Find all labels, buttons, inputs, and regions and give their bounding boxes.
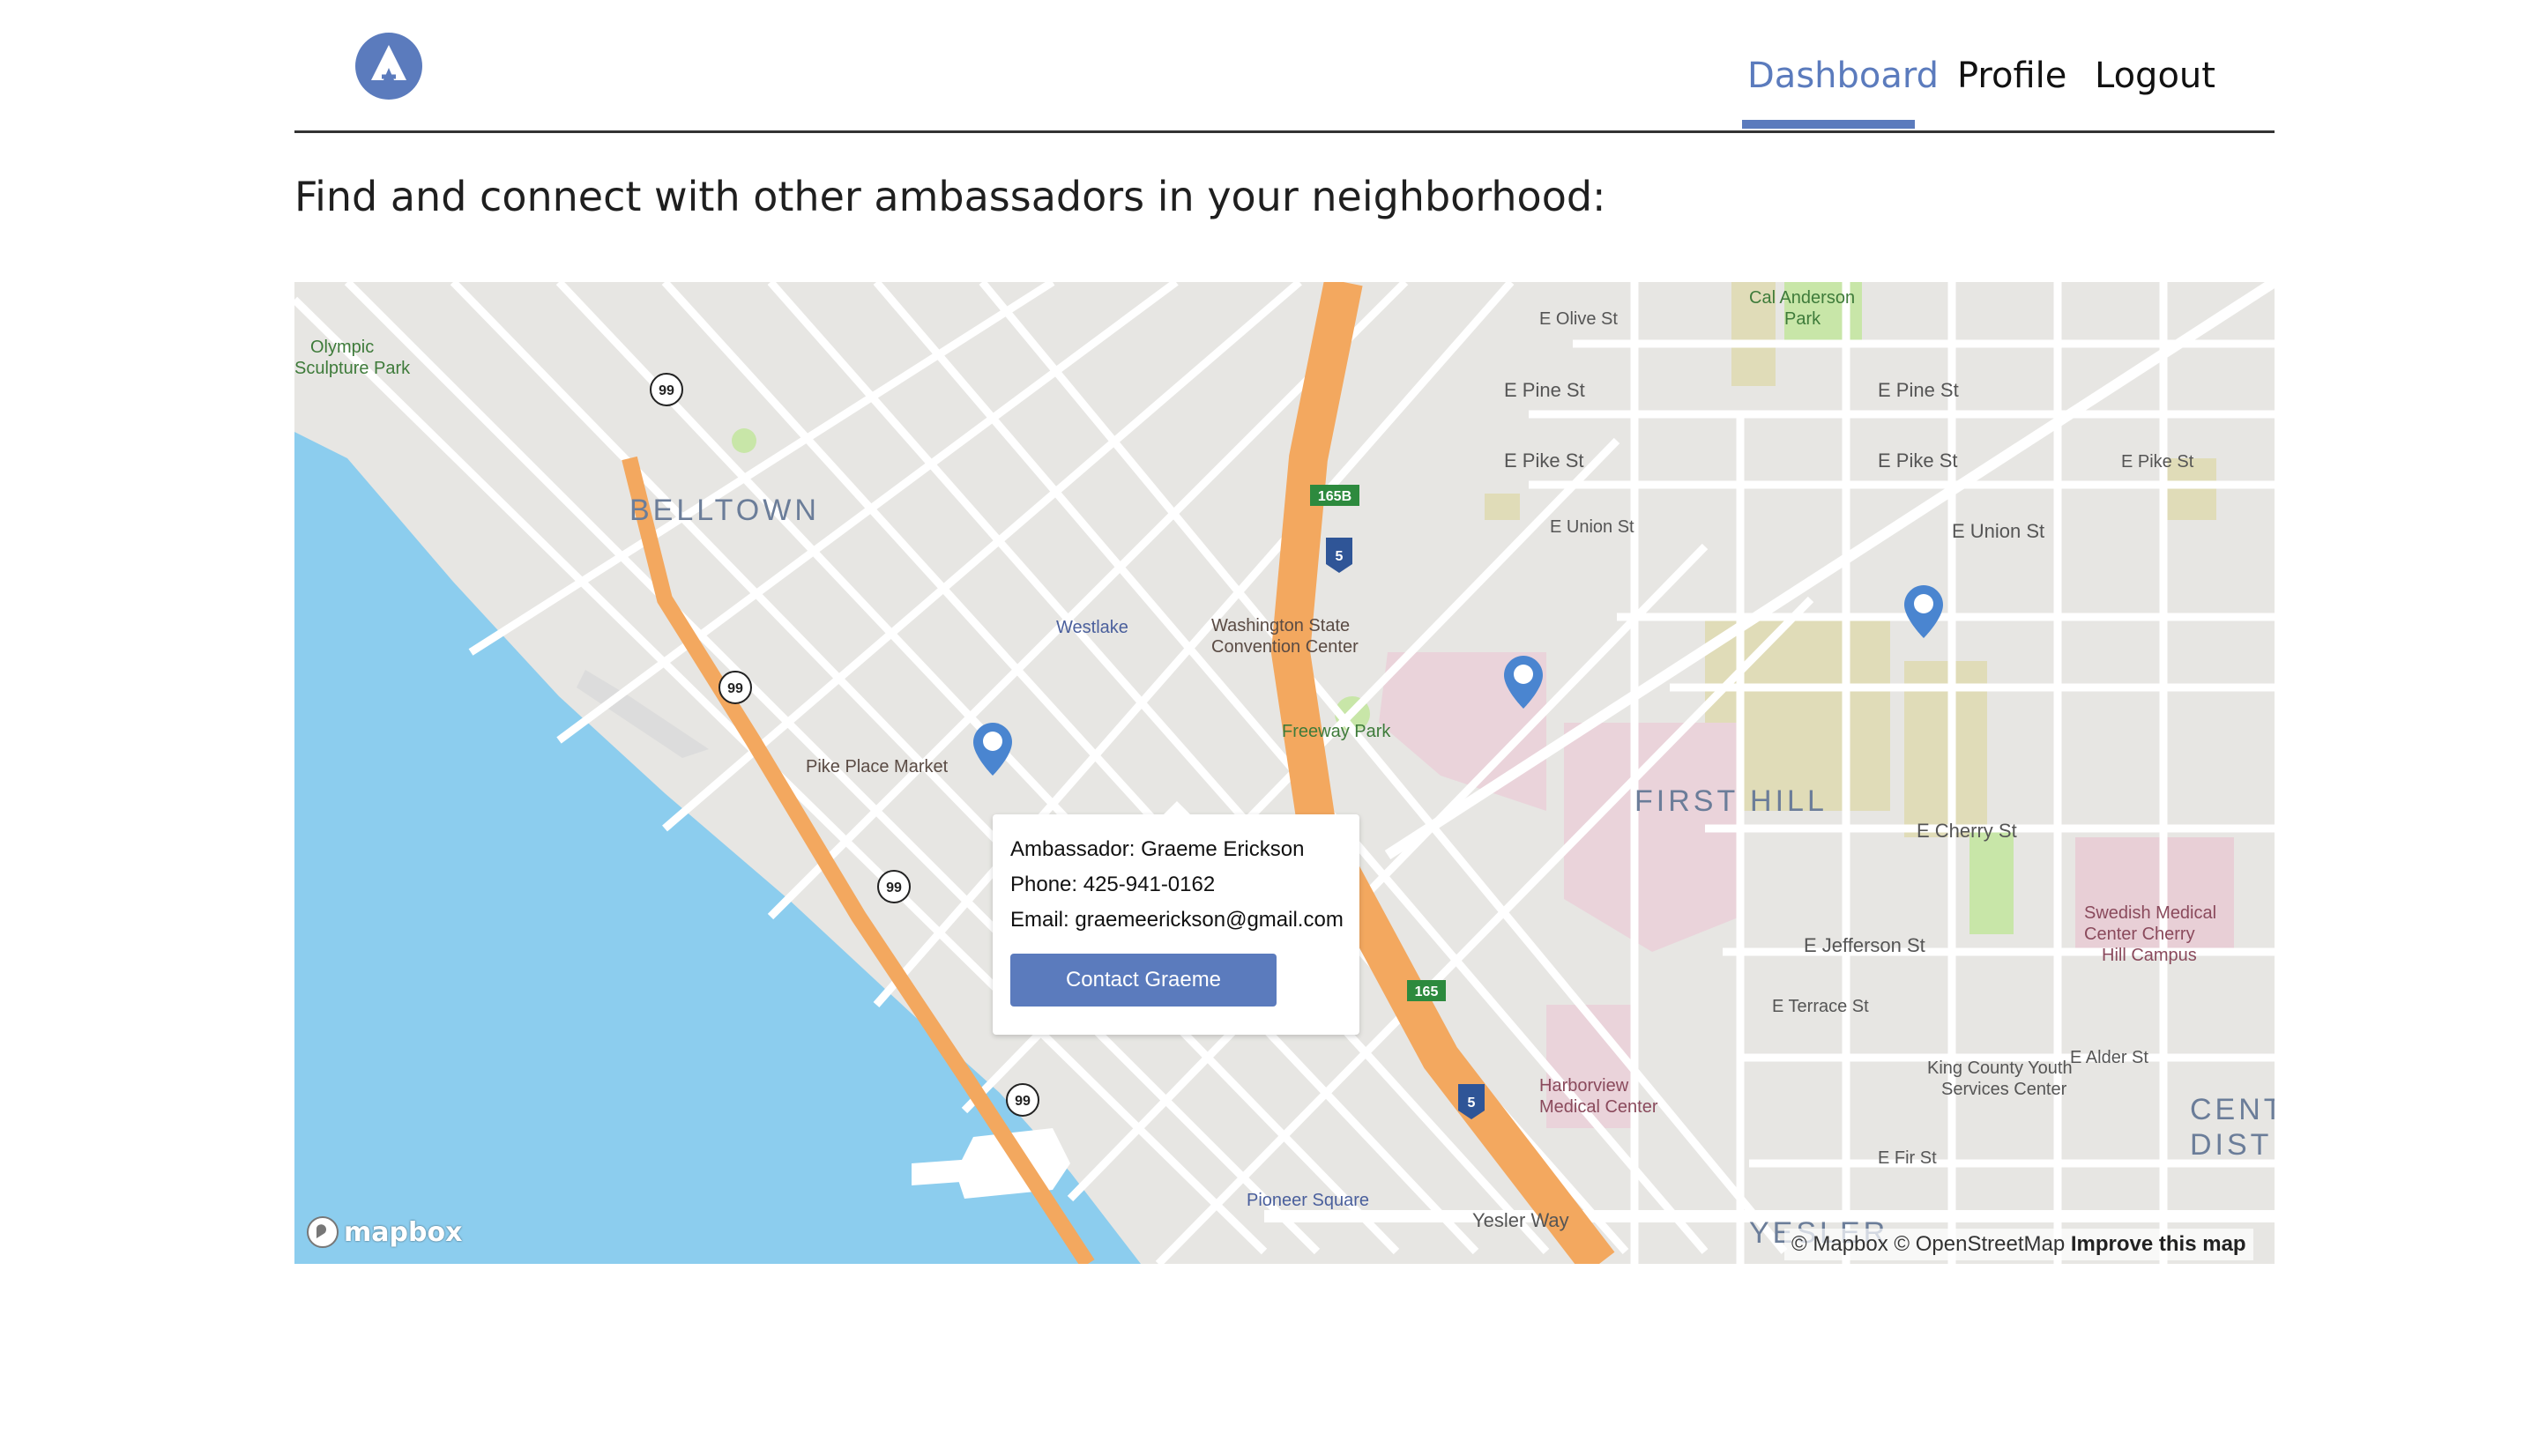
- svg-text:CENT: CENT: [2190, 1093, 2275, 1126]
- improve-map-link[interactable]: Improve this map: [2071, 1232, 2246, 1256]
- svg-text:Convention Center: Convention Center: [1211, 637, 1359, 657]
- ambassador-popup: Ambassador: Graeme Erickson Phone: 425-9…: [993, 801, 1359, 1035]
- svg-text:99: 99: [886, 880, 902, 895]
- nav-logout[interactable]: Logout: [2095, 51, 2215, 100]
- map-canvas[interactable]: 99 99 99 99 165B 165 5 5 BELLTOWN FIRST …: [294, 282, 2275, 1264]
- popup-email: Email: graemeerickson@gmail.com: [1010, 908, 1344, 932]
- svg-text:165B: 165B: [1318, 489, 1351, 504]
- nav-dashboard[interactable]: Dashboard: [1747, 51, 1939, 100]
- svg-text:BELLTOWN: BELLTOWN: [629, 494, 820, 527]
- svg-text:E Pike St: E Pike St: [1878, 449, 1957, 472]
- svg-text:Sculpture Park: Sculpture Park: [294, 359, 411, 378]
- attribution-mapbox-link[interactable]: © Mapbox: [1791, 1232, 1888, 1256]
- map-marker-icon[interactable]: [1504, 656, 1543, 709]
- nav-active-indicator: [1742, 120, 1915, 129]
- svg-text:5: 5: [1468, 1096, 1476, 1111]
- svg-text:E Jefferson St: E Jefferson St: [1804, 934, 1925, 956]
- svg-text:E Union St: E Union St: [1550, 517, 1634, 537]
- svg-text:99: 99: [659, 383, 674, 398]
- svg-text:Services Center: Services Center: [1941, 1080, 2067, 1099]
- svg-text:Harborview: Harborview: [1539, 1076, 1629, 1096]
- svg-text:E Fir St: E Fir St: [1878, 1148, 1937, 1168]
- svg-text:E Cherry St: E Cherry St: [1917, 820, 2017, 842]
- svg-text:E Pine St: E Pine St: [1878, 379, 1959, 401]
- svg-text:99: 99: [1015, 1094, 1031, 1109]
- svg-text:E Pike St: E Pike St: [2121, 452, 2194, 472]
- map-marker-icon[interactable]: [1904, 585, 1943, 638]
- svg-text:Center Cherry: Center Cherry: [2084, 925, 2195, 944]
- svg-text:Medical Center: Medical Center: [1539, 1097, 1658, 1117]
- mapbox-logo-icon: [307, 1216, 339, 1248]
- svg-text:Swedish Medical: Swedish Medical: [2084, 903, 2216, 923]
- svg-text:E Union St: E Union St: [1952, 520, 2044, 542]
- svg-text:165: 165: [1415, 984, 1439, 999]
- ambassador-logo-icon[interactable]: [355, 33, 422, 100]
- page-headline: Find and connect with other ambassadors …: [294, 173, 1606, 220]
- svg-text:Pike Place Market: Pike Place Market: [806, 757, 949, 776]
- map-marker-icon[interactable]: [973, 723, 1012, 776]
- svg-text:King County Youth: King County Youth: [1927, 1059, 2073, 1078]
- svg-text:E Terrace St: E Terrace St: [1772, 997, 1869, 1016]
- contact-ambassador-button[interactable]: Contact Graeme: [1010, 954, 1277, 1007]
- svg-text:Cal Anderson: Cal Anderson: [1749, 288, 1855, 308]
- svg-text:Hill Campus: Hill Campus: [2102, 946, 2197, 965]
- svg-text:Freeway Park: Freeway Park: [1282, 722, 1391, 741]
- popup-phone: Phone: 425-941-0162: [1010, 873, 1216, 896]
- header-divider: [294, 130, 2275, 133]
- svg-text:Park: Park: [1784, 309, 1821, 329]
- svg-text:E Pine St: E Pine St: [1504, 379, 1585, 401]
- svg-text:E Olive St: E Olive St: [1539, 309, 1618, 329]
- map-attribution: © Mapbox © OpenStreetMap Improve this ma…: [1784, 1229, 2253, 1260]
- attribution-osm-link[interactable]: © OpenStreetMap: [1894, 1232, 2065, 1256]
- svg-text:DISTR: DISTR: [2190, 1128, 2275, 1162]
- svg-text:99: 99: [727, 681, 743, 696]
- ambassador-map[interactable]: 99 99 99 99 165B 165 5 5 BELLTOWN FIRST …: [294, 282, 2275, 1264]
- nav-profile[interactable]: Profile: [1957, 51, 2066, 100]
- svg-text:5: 5: [1336, 549, 1344, 564]
- svg-text:Westlake: Westlake: [1056, 618, 1128, 637]
- svg-text:E Alder St: E Alder St: [2070, 1048, 2148, 1067]
- svg-text:Olympic: Olympic: [310, 338, 374, 357]
- popup-tip: [1164, 801, 1190, 814]
- svg-text:Washington State: Washington State: [1211, 616, 1350, 635]
- svg-text:Pioneer Square: Pioneer Square: [1247, 1191, 1369, 1210]
- svg-text:FIRST HILL: FIRST HILL: [1634, 784, 1828, 818]
- mapbox-logo[interactable]: mapbox: [305, 1213, 462, 1252]
- svg-text:Yesler Way: Yesler Way: [1472, 1209, 1569, 1231]
- mapbox-logo-text: mapbox: [344, 1216, 463, 1248]
- popup-ambassador-name: Ambassador: Graeme Erickson: [1010, 837, 1305, 861]
- svg-text:E Pike St: E Pike St: [1504, 449, 1583, 472]
